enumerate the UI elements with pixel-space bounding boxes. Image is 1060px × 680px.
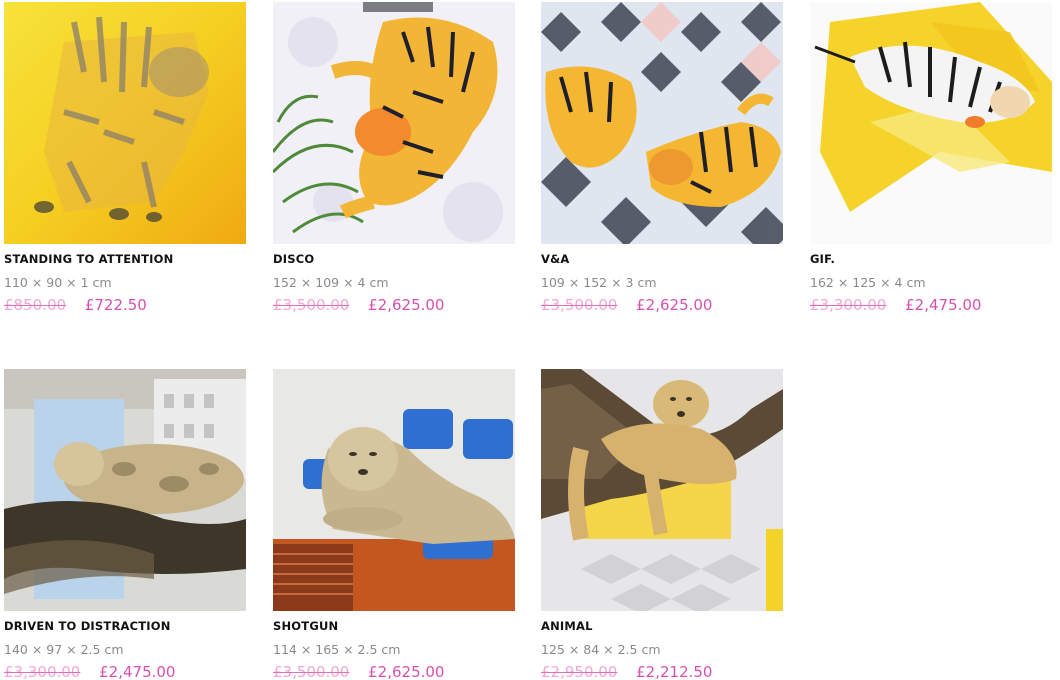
price-row: £2,950.00 £2,212.50: [541, 663, 783, 680]
artwork-title[interactable]: V&A: [541, 252, 783, 266]
price-row: £3,300.00 £2,475.00: [4, 663, 246, 680]
artwork-image[interactable]: [273, 369, 515, 611]
original-price: £3,300.00: [4, 663, 81, 680]
original-price: £3,500.00: [541, 296, 618, 314]
sale-price: £2,475.00: [905, 296, 982, 314]
artwork-card[interactable]: GIF. 162 × 125 × 4 cm £3,300.00 £2,475.0…: [810, 2, 1052, 314]
price-row: £3,500.00 £2,625.00: [273, 663, 515, 680]
original-price: £3,300.00: [810, 296, 887, 314]
sale-price: £2,625.00: [636, 296, 713, 314]
artwork-card[interactable]: V&A 109 × 152 × 3 cm £3,500.00 £2,625.00: [541, 2, 783, 314]
price-row: £3,500.00 £2,625.00: [273, 296, 515, 314]
artwork-dimensions: 140 × 97 × 2.5 cm: [4, 642, 124, 657]
artwork-dimensions: 109 × 152 × 3 cm: [541, 275, 657, 290]
price-row: £3,500.00 £2,625.00: [541, 296, 783, 314]
artwork-card[interactable]: STANDING TO ATTENTION 110 × 90 × 1 cm £8…: [4, 2, 246, 314]
original-price: £2,950.00: [541, 663, 618, 680]
artwork-card[interactable]: ANIMAL 125 × 84 × 2.5 cm £2,950.00 £2,21…: [541, 369, 783, 680]
price-row: £850.00 £722.50: [4, 296, 246, 314]
artwork-card[interactable]: DISCO 152 × 109 × 4 cm £3,500.00 £2,625.…: [273, 2, 515, 314]
sale-price: £2,475.00: [99, 663, 176, 680]
artwork-title[interactable]: ANIMAL: [541, 619, 783, 633]
original-price: £850.00: [4, 296, 67, 314]
artwork-image[interactable]: [541, 369, 783, 611]
artwork-image[interactable]: [810, 2, 1052, 244]
artwork-card[interactable]: DRIVEN TO DISTRACTION 140 × 97 × 2.5 cm …: [4, 369, 246, 680]
artwork-image[interactable]: [541, 2, 783, 244]
artwork-image[interactable]: [4, 369, 246, 611]
artwork-dimensions: 125 × 84 × 2.5 cm: [541, 642, 661, 657]
sale-price: £2,625.00: [368, 663, 445, 680]
artwork-card[interactable]: SHOTGUN 114 × 165 × 2.5 cm £3,500.00 £2,…: [273, 369, 515, 680]
artwork-title[interactable]: DISCO: [273, 252, 515, 266]
artwork-title[interactable]: STANDING TO ATTENTION: [4, 252, 246, 266]
original-price: £3,500.00: [273, 296, 350, 314]
original-price: £3,500.00: [273, 663, 350, 680]
artwork-title[interactable]: DRIVEN TO DISTRACTION: [4, 619, 246, 633]
sale-price: £2,212.50: [636, 663, 713, 680]
artwork-dimensions: 152 × 109 × 4 cm: [273, 275, 389, 290]
artwork-title[interactable]: GIF.: [810, 252, 1052, 266]
artwork-dimensions: 162 × 125 × 4 cm: [810, 275, 926, 290]
artwork-image[interactable]: [4, 2, 246, 244]
artwork-dimensions: 110 × 90 × 1 cm: [4, 275, 112, 290]
sale-price: £2,625.00: [368, 296, 445, 314]
price-row: £3,300.00 £2,475.00: [810, 296, 1052, 314]
artwork-title[interactable]: SHOTGUN: [273, 619, 515, 633]
artwork-dimensions: 114 × 165 × 2.5 cm: [273, 642, 401, 657]
artwork-image[interactable]: [273, 2, 515, 244]
sale-price: £722.50: [84, 296, 147, 314]
